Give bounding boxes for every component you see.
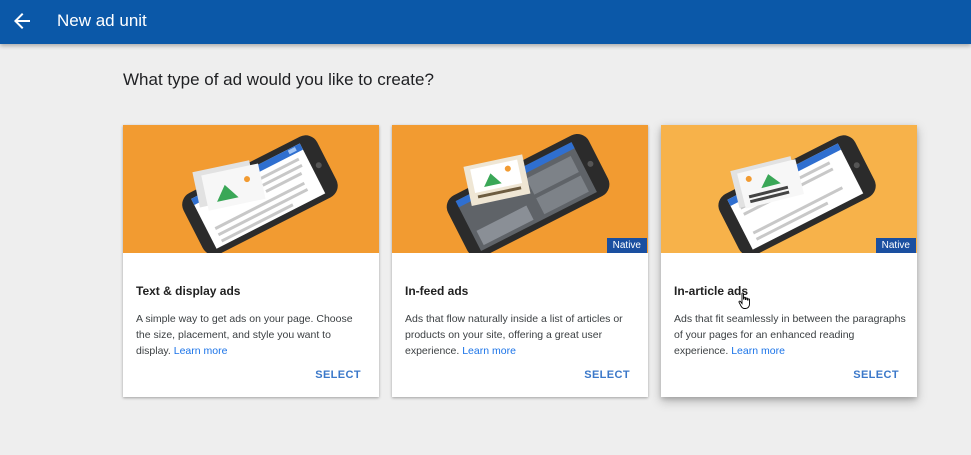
in-article-illustration: Native <box>661 125 917 253</box>
arrow-back-icon <box>14 13 30 29</box>
card-in-feed-ads[interactable]: Native In-feed ads Ads that flow natural… <box>392 125 648 397</box>
learn-more-link[interactable]: Learn more <box>174 345 228 357</box>
learn-more-link[interactable]: Learn more <box>731 345 785 357</box>
card-text-display-ads[interactable]: Text & display ads A simple way to get a… <box>123 125 379 397</box>
text-display-illustration <box>123 125 379 253</box>
card-title: Text & display ads <box>136 284 241 298</box>
select-button[interactable]: SELECT <box>584 369 630 381</box>
card-title: In-article ads <box>674 284 749 298</box>
card-title: In-feed ads <box>405 284 469 298</box>
hand-cursor-icon <box>738 292 750 309</box>
learn-more-link[interactable]: Learn more <box>462 345 516 357</box>
question-heading: What type of ad would you like to create… <box>123 70 434 89</box>
native-badge: Native <box>606 238 647 253</box>
card-in-article-ads[interactable]: Native In-article ads Ads that fit seaml… <box>661 125 917 397</box>
back-button[interactable] <box>10 9 34 33</box>
app-bar: New ad unit <box>0 0 971 44</box>
card-description: Ads that flow naturally inside a list of… <box>405 313 623 357</box>
page-title: New ad unit <box>57 11 147 30</box>
select-button[interactable]: SELECT <box>315 369 361 381</box>
in-feed-illustration: Native <box>392 125 648 253</box>
native-badge: Native <box>875 238 916 253</box>
card-description: Ads that fit seamlessly in between the p… <box>674 313 906 357</box>
select-button[interactable]: SELECT <box>853 369 899 381</box>
card-description: A simple way to get ads on your page. Ch… <box>136 313 353 357</box>
